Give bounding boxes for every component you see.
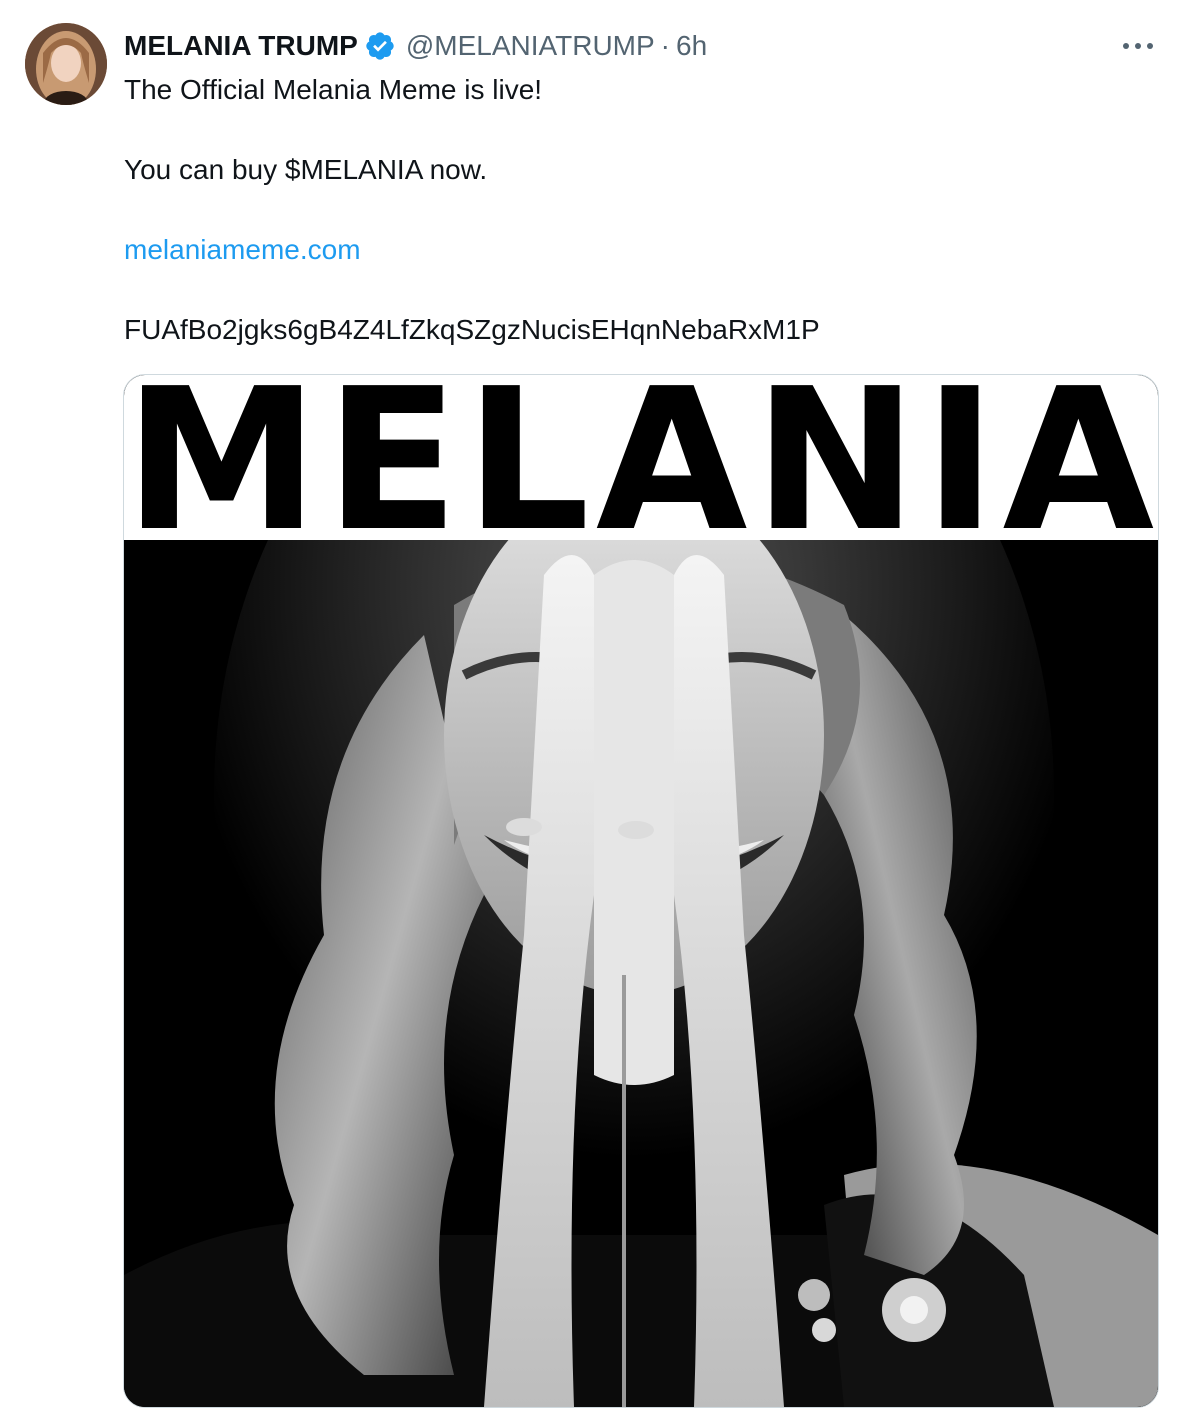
media-title-banner: MELANIA [124, 375, 1158, 561]
tweet-text: The Official Melania Meme is live! You c… [124, 70, 1154, 350]
contract-address: FUAfBo2jgks6gB4Z4LfZkqSZgzNucisEHqnNebaR… [124, 314, 820, 345]
separator-dot: · [660, 30, 670, 61]
tweet-text-line2: You can buy $MELANIA now. [124, 154, 488, 185]
verified-badge-icon [364, 30, 396, 62]
media-title: MELANIA [124, 374, 1159, 575]
display-name[interactable]: MELANIA TRUMP [124, 30, 358, 62]
more-button[interactable] [1118, 30, 1158, 62]
website-link[interactable]: melaniameme.com [124, 234, 361, 265]
more-icon [1123, 43, 1153, 49]
avatar-portrait-icon [25, 23, 107, 105]
tweet-media-image[interactable]: MELANIA [123, 374, 1159, 1408]
tweet-header: MELANIA TRUMP @MELANIATRUMP · 6h [124, 26, 707, 66]
avatar[interactable] [25, 23, 107, 105]
tweet-text-line1: The Official Melania Meme is live! [124, 74, 543, 105]
timestamp[interactable]: 6h [676, 30, 707, 62]
handle[interactable]: @MELANIATRUMP [406, 30, 655, 62]
tweet[interactable]: MELANIA TRUMP @MELANIATRUMP · 6h The Off… [0, 0, 1182, 1428]
